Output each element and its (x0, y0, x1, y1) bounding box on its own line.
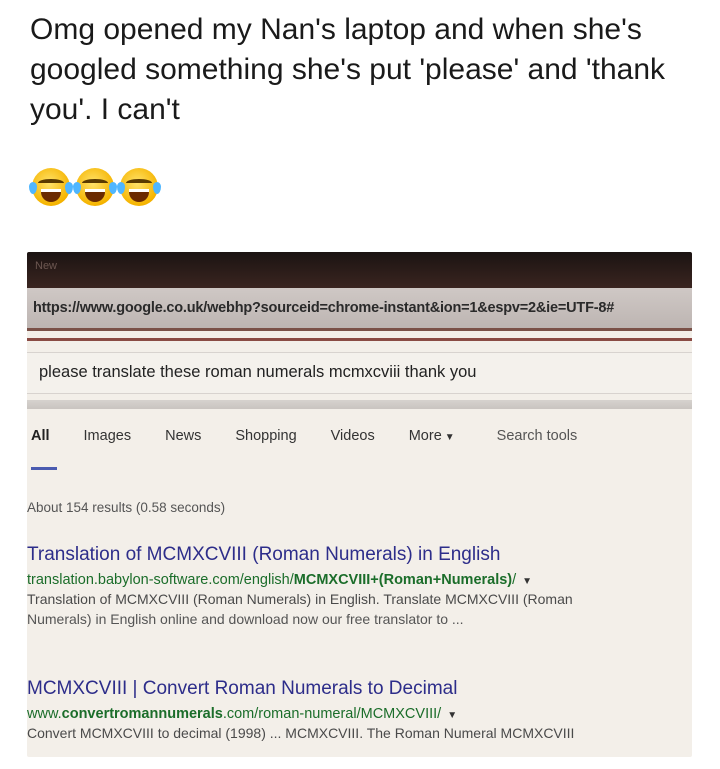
search-result: MCMXCVIII | Convert Roman Numerals to De… (27, 678, 692, 741)
browser-tab-strip: New (27, 252, 692, 288)
post-caption: Omg opened my Nan's laptop and when she'… (30, 13, 666, 126)
result-snippet: Convert MCMXCVIII to decimal (1998) ... … (27, 725, 575, 741)
result-snippet: Numerals) in English online and download… (27, 611, 464, 627)
laughing-tears-emoji-icon (29, 168, 73, 206)
divider (27, 338, 692, 341)
divider (27, 400, 692, 409)
result-url-suffix: / (512, 572, 517, 588)
result-title-link[interactable]: Translation of MCMXCVIII (Roman Numerals… (27, 544, 692, 566)
active-tab-indicator (31, 467, 57, 470)
tab-shopping[interactable]: Shopping (235, 428, 296, 444)
search-result: Translation of MCMXCVIII (Roman Numerals… (27, 544, 692, 627)
result-url-bold: convertromannumerals (61, 706, 223, 722)
result-url-prefix: www. (27, 706, 62, 722)
result-url-suffix: .com/roman-numeral/MCMXCVIII/ (222, 706, 442, 722)
laughing-tears-emoji-icon (73, 168, 117, 206)
tab-all[interactable]: All (31, 428, 50, 444)
emoji-row (29, 168, 161, 206)
result-title-link[interactable]: MCMXCVIII | Convert Roman Numerals to De… (27, 678, 692, 700)
caret-down-icon[interactable]: ▼ (522, 576, 532, 587)
browser-tab-label[interactable]: New (35, 260, 57, 272)
result-url[interactable]: www.convertromannumerals.com/roman-numer… (27, 706, 692, 722)
result-url-bold: MCMXCVIII+(Roman+Numerals) (293, 572, 513, 588)
laughing-tears-emoji-icon (117, 168, 161, 206)
tab-videos[interactable]: Videos (331, 428, 375, 444)
result-url-prefix: translation.babylon-software.com/english… (27, 572, 294, 588)
result-snippet: Translation of MCMXCVIII (Roman Numerals… (27, 591, 573, 607)
laptop-screen-photo: New https://www.google.co.uk/webhp?sourc… (27, 252, 692, 757)
result-url[interactable]: translation.babylon-software.com/english… (27, 572, 692, 588)
tab-more[interactable]: More ▼ (409, 428, 455, 444)
search-tools-button[interactable]: Search tools (497, 428, 578, 444)
address-bar-url[interactable]: https://www.google.co.uk/webhp?sourceid=… (33, 300, 614, 316)
caret-down-icon[interactable]: ▼ (447, 710, 457, 721)
caret-down-icon: ▼ (444, 432, 455, 443)
search-tabs: All Images News Shopping Videos More ▼ Se… (31, 428, 611, 444)
tab-news[interactable]: News (165, 428, 201, 444)
search-query-text[interactable]: please translate these roman numerals mc… (39, 363, 476, 382)
tab-images[interactable]: Images (84, 428, 132, 444)
search-input[interactable]: please translate these roman numerals mc… (27, 352, 692, 394)
tab-more-label: More (408, 428, 442, 444)
result-count: About 154 results (0.58 seconds) (27, 500, 226, 515)
address-bar[interactable]: https://www.google.co.uk/webhp?sourceid=… (27, 288, 692, 331)
